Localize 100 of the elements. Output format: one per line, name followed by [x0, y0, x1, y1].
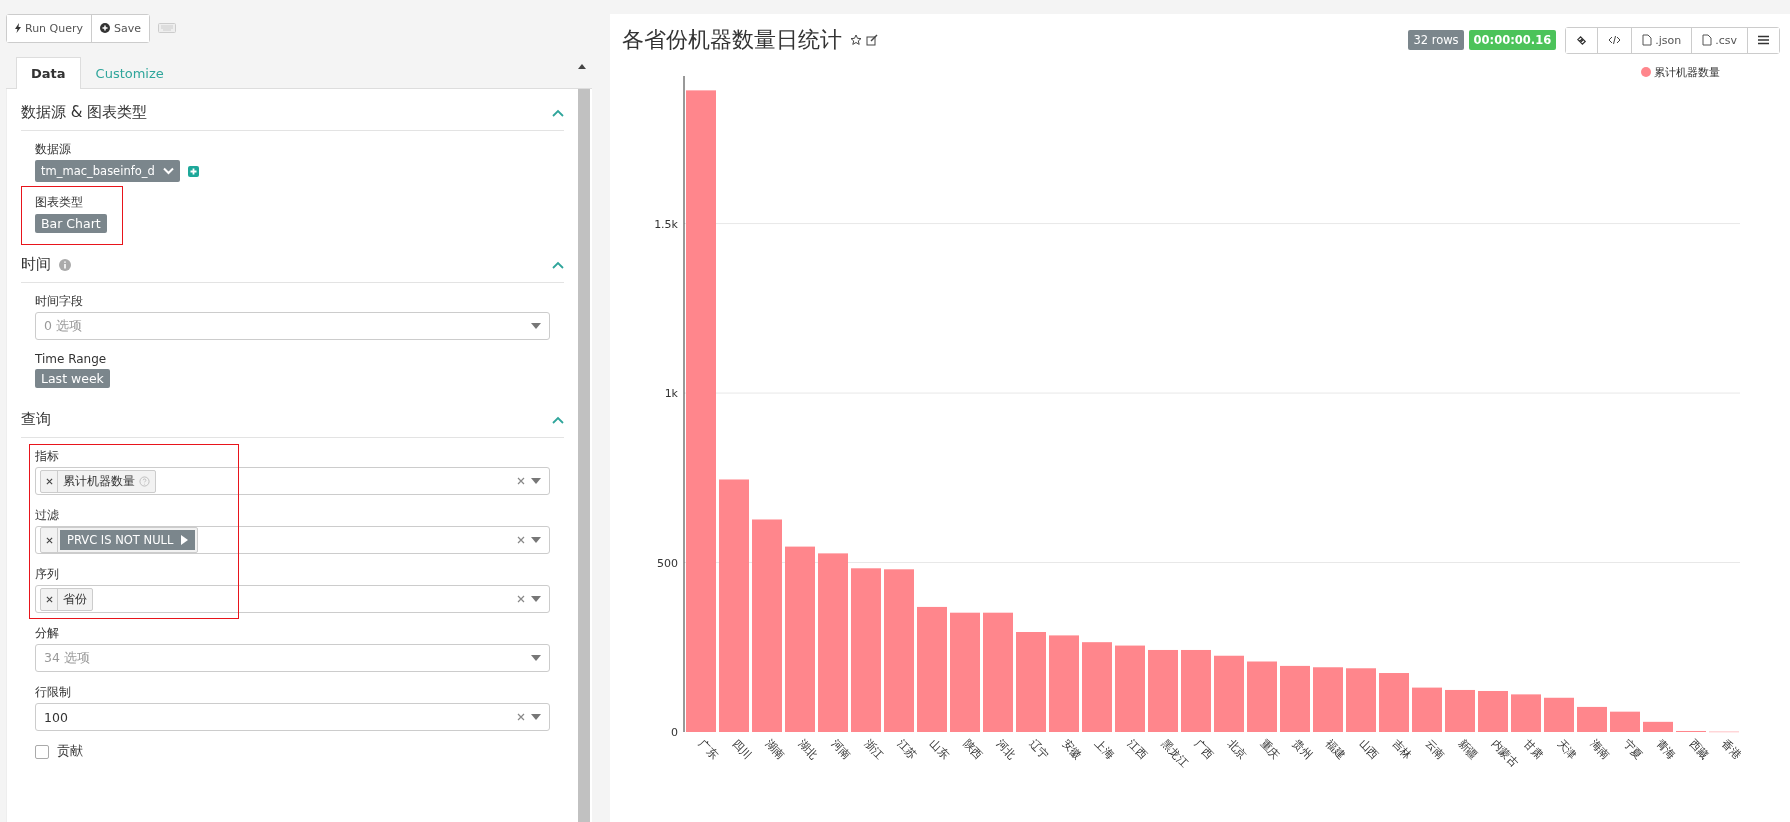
datasource-select[interactable]: tm_mac_baseinfo_d: [35, 160, 180, 182]
x-tick-label: 天津: [1554, 736, 1580, 762]
x-tick-label: 吉林: [1389, 736, 1415, 762]
y-tick-label: 0: [671, 726, 678, 739]
field-label: 图表类型: [35, 194, 84, 211]
code-icon: [1608, 35, 1622, 45]
checkbox[interactable]: [35, 744, 49, 759]
menu-action-button[interactable]: [1747, 27, 1779, 53]
x-tick-label: 河南: [828, 736, 854, 762]
select-field[interactable]: 100: [35, 703, 550, 731]
x-tick-label: 北京: [1224, 736, 1250, 762]
panel-tab[interactable]: Data: [16, 57, 81, 89]
multi-select-field[interactable]: 累计机器数量: [35, 467, 550, 495]
x-tick-label: 内蒙古: [1488, 736, 1521, 770]
duration-badge: 00:00:00.16: [1468, 30, 1557, 50]
scroll-up-icon[interactable]: [578, 64, 586, 69]
x-tick-label: 辽宁: [1026, 736, 1052, 762]
x-tick-label: 山东: [927, 736, 953, 762]
x-tick-label: 新疆: [1455, 736, 1481, 762]
info-icon: [59, 258, 71, 271]
field-label: 分解: [35, 625, 60, 642]
selected-chip[interactable]: 省份: [40, 587, 93, 611]
field-label: 指标: [35, 448, 60, 465]
collapse-icon[interactable]: [552, 260, 564, 269]
bar: [1280, 665, 1310, 732]
collapse-icon[interactable]: [552, 415, 564, 424]
caret-icon: [531, 655, 541, 661]
x-tick-label: 云南: [1422, 736, 1448, 762]
bar: [1643, 721, 1673, 732]
selected-chip[interactable]: 累计机器数量: [40, 469, 156, 493]
x-tick-label: 广东: [696, 736, 722, 762]
caret-icon: [531, 537, 541, 543]
clear-icon[interactable]: [517, 713, 525, 721]
play-icon: [181, 535, 189, 545]
x-tick-label: 江苏: [894, 736, 920, 762]
bar: [1247, 661, 1277, 732]
clear-icon[interactable]: [517, 536, 525, 544]
collapse-icon[interactable]: [552, 108, 564, 117]
x-tick-label: 福建: [1323, 736, 1349, 762]
x-tick-label: 江西: [1125, 736, 1151, 762]
x-tick-label: 黑龙江: [1158, 736, 1191, 770]
y-tick-label: 1.5k: [654, 217, 678, 231]
edit-icon[interactable]: [866, 34, 878, 46]
checkbox-label: 贡献: [57, 743, 83, 760]
help-icon: [139, 475, 150, 487]
caret-icon: [162, 167, 174, 175]
file-icon: [1702, 34, 1713, 46]
x-tick-label: 重庆: [1257, 736, 1283, 762]
x-tick-label: 青海: [1653, 736, 1679, 762]
multi-select-field[interactable]: 省份: [35, 585, 550, 613]
x-tick-label: 浙江: [861, 736, 887, 762]
remove-icon[interactable]: [45, 536, 53, 544]
bar: [1412, 687, 1442, 732]
x-tick-label: 湖南: [762, 736, 788, 762]
x-tick-label: 上海: [1092, 736, 1118, 762]
clear-icon[interactable]: [517, 595, 525, 603]
field-label: Time Range: [35, 352, 108, 366]
field-label: 数据源: [35, 141, 72, 158]
y-tick-label: 1k: [664, 387, 678, 401]
bar: [1478, 691, 1508, 732]
y-tick-label: 500: [657, 556, 678, 570]
selected-chip[interactable]: PRVC IS NOT NULL: [40, 527, 199, 553]
x-tick-label: 陕西: [960, 736, 986, 762]
bar: [1610, 711, 1640, 732]
bar: [1379, 673, 1409, 732]
x-tick-label: 四川: [729, 736, 755, 762]
value-tag[interactable]: Bar Chart: [35, 214, 107, 233]
bar: [1511, 694, 1541, 732]
bar: [1544, 697, 1574, 732]
plus-circle-icon: [100, 23, 111, 33]
field-label: 行限制: [35, 684, 72, 701]
scrollbar[interactable]: [578, 89, 590, 822]
bar: [1445, 689, 1475, 732]
row-count-badge: 32 rows: [1408, 30, 1464, 50]
section-title: 数据源 & 图表类型: [21, 103, 148, 122]
remove-icon[interactable]: [45, 477, 53, 485]
x-tick-label: 湖北: [795, 736, 821, 762]
value-tag[interactable]: Last week: [35, 369, 110, 388]
caret-icon: [531, 323, 541, 329]
bar: [1346, 668, 1376, 732]
clear-icon[interactable]: [517, 477, 525, 485]
field-label: 过滤: [35, 507, 60, 524]
bar: [1313, 667, 1343, 732]
chart-title: 各省份机器数量日统计: [622, 26, 842, 54]
multi-select-field[interactable]: PRVC IS NOT NULL: [35, 526, 550, 554]
x-tick-label: 西藏: [1686, 736, 1712, 762]
x-tick-label: 山西: [1356, 736, 1382, 762]
file-icon: [1642, 34, 1653, 46]
legend-label[interactable]: 累计机器数量: [1654, 66, 1720, 79]
add-icon[interactable]: [187, 165, 199, 177]
x-tick-label: 广西: [1191, 736, 1217, 762]
bar: [1577, 706, 1607, 732]
star-icon[interactable]: [850, 34, 862, 46]
save-button[interactable]: Save: [91, 14, 150, 42]
remove-icon[interactable]: [45, 595, 53, 603]
section-title: 时间: [21, 255, 51, 274]
field-label: 时间字段: [35, 293, 84, 310]
caret-icon: [531, 478, 541, 484]
bolt-icon: [15, 23, 21, 33]
x-tick-label: 安徽: [1059, 736, 1085, 762]
